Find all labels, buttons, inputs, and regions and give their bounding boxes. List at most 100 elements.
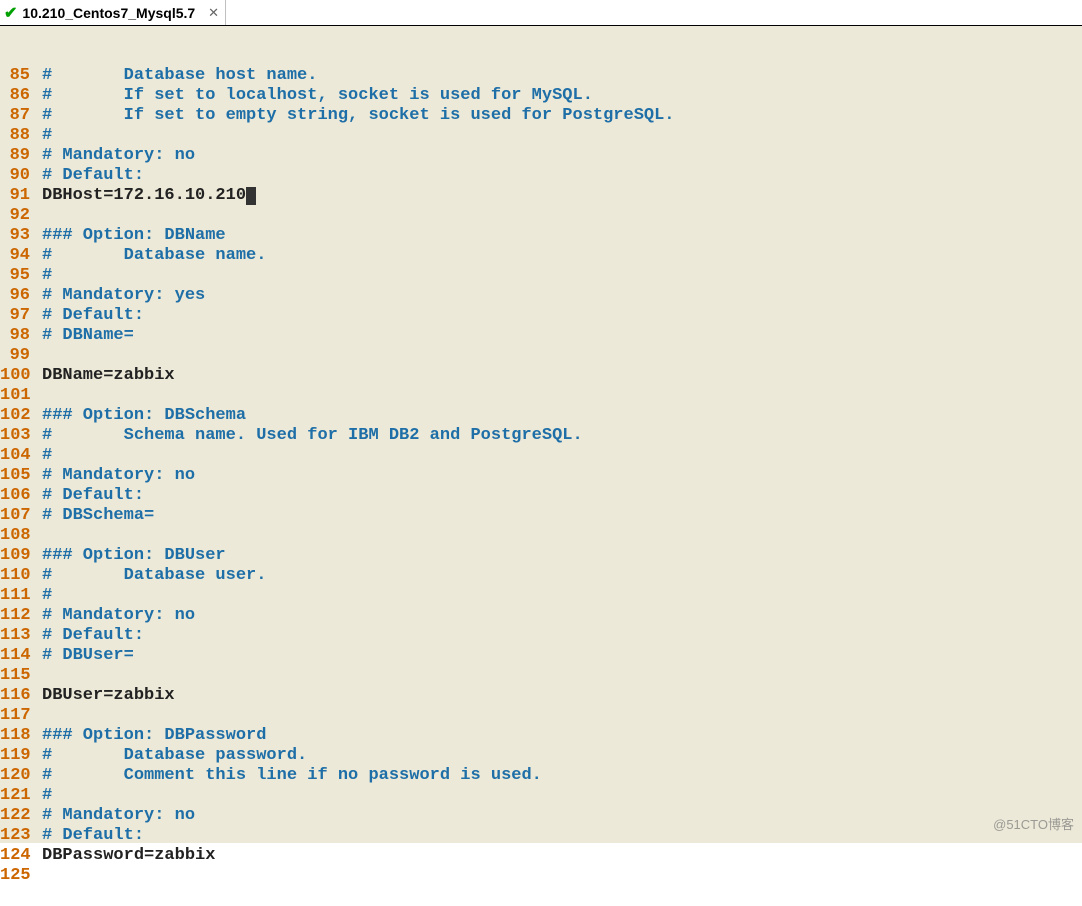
code-line: 104# bbox=[0, 446, 1082, 466]
code-line: 124DBPassword=zabbix bbox=[0, 846, 1082, 866]
line-text bbox=[30, 866, 42, 886]
code-line: 105# Mandatory: no bbox=[0, 466, 1082, 486]
line-text bbox=[30, 526, 42, 546]
code-line: 94# Database name. bbox=[0, 246, 1082, 266]
line-text: # Mandatory: no bbox=[30, 806, 195, 826]
line-text: ### Option: DBSchema bbox=[30, 406, 246, 426]
line-number: 109 bbox=[0, 546, 30, 566]
line-number: 113 bbox=[0, 626, 30, 646]
code-line: 98# DBName= bbox=[0, 326, 1082, 346]
tab-title: 10.210_Centos7_Mysql5.7 bbox=[22, 5, 195, 21]
line-number: 114 bbox=[0, 646, 30, 666]
code-line: 97# Default: bbox=[0, 306, 1082, 326]
code-line: 96# Mandatory: yes bbox=[0, 286, 1082, 306]
line-text: # Database user. bbox=[30, 566, 266, 586]
code-line: 103# Schema name. Used for IBM DB2 and P… bbox=[0, 426, 1082, 446]
code-line: 86# If set to localhost, socket is used … bbox=[0, 86, 1082, 106]
line-number: 106 bbox=[0, 486, 30, 506]
tab-bar-empty bbox=[226, 0, 1082, 25]
line-text bbox=[30, 386, 42, 406]
line-text: # Default: bbox=[30, 626, 144, 646]
line-number: 102 bbox=[0, 406, 30, 426]
line-number: 94 bbox=[0, 246, 30, 266]
code-line: 106# Default: bbox=[0, 486, 1082, 506]
line-text: DBName=zabbix bbox=[30, 366, 175, 386]
line-text bbox=[30, 206, 42, 226]
code-line: 123# Default: bbox=[0, 826, 1082, 846]
line-text: # Mandatory: no bbox=[30, 606, 195, 626]
line-number: 112 bbox=[0, 606, 30, 626]
line-number: 97 bbox=[0, 306, 30, 326]
line-text: DBPassword=zabbix bbox=[30, 846, 215, 866]
line-text bbox=[30, 346, 42, 366]
line-text: DBUser=zabbix bbox=[30, 686, 175, 706]
line-number: 124 bbox=[0, 846, 30, 866]
line-number: 115 bbox=[0, 666, 30, 686]
code-line: 102### Option: DBSchema bbox=[0, 406, 1082, 426]
line-text: # bbox=[30, 266, 52, 286]
code-line: 101 bbox=[0, 386, 1082, 406]
line-text: # Database password. bbox=[30, 746, 307, 766]
line-text: # Comment this line if no password is us… bbox=[30, 766, 542, 786]
line-text: # DBUser= bbox=[30, 646, 134, 666]
line-number: 90 bbox=[0, 166, 30, 186]
code-line: 87# If set to empty string, socket is us… bbox=[0, 106, 1082, 126]
code-line: 117 bbox=[0, 706, 1082, 726]
line-text: # DBName= bbox=[30, 326, 134, 346]
code-line: 110# Database user. bbox=[0, 566, 1082, 586]
line-number: 93 bbox=[0, 226, 30, 246]
line-text: # Default: bbox=[30, 486, 144, 506]
line-text: # If set to localhost, socket is used fo… bbox=[30, 86, 593, 106]
close-icon[interactable]: ✕ bbox=[208, 5, 219, 21]
code-line: 112# Mandatory: no bbox=[0, 606, 1082, 626]
line-text: # Mandatory: no bbox=[30, 146, 195, 166]
code-line: 92 bbox=[0, 206, 1082, 226]
code-line: 111# bbox=[0, 586, 1082, 606]
line-text: # DBSchema= bbox=[30, 506, 154, 526]
line-number: 96 bbox=[0, 286, 30, 306]
line-number: 110 bbox=[0, 566, 30, 586]
code-line: 107# DBSchema= bbox=[0, 506, 1082, 526]
line-text: ### Option: DBPassword bbox=[30, 726, 266, 746]
terminal-tab[interactable]: ✔ 10.210_Centos7_Mysql5.7 ✕ bbox=[0, 0, 226, 25]
line-number: 107 bbox=[0, 506, 30, 526]
code-line: 122# Mandatory: no bbox=[0, 806, 1082, 826]
code-line: 120# Comment this line if no password is… bbox=[0, 766, 1082, 786]
line-number: 86 bbox=[0, 86, 30, 106]
line-text: # Mandatory: no bbox=[30, 466, 195, 486]
code-line: 109### Option: DBUser bbox=[0, 546, 1082, 566]
line-text: ### Option: DBName bbox=[30, 226, 226, 246]
connected-icon: ✔ bbox=[4, 3, 17, 23]
code-line: 113# Default: bbox=[0, 626, 1082, 646]
line-text: # bbox=[30, 126, 52, 146]
line-number: 85 bbox=[0, 66, 30, 86]
line-number: 120 bbox=[0, 766, 30, 786]
code-line: 119# Database password. bbox=[0, 746, 1082, 766]
line-text: # Database host name. bbox=[30, 66, 317, 86]
line-text: # Mandatory: yes bbox=[30, 286, 205, 306]
editor-area[interactable]: 85# Database host name.86# If set to loc… bbox=[0, 26, 1082, 843]
code-line: 114# DBUser= bbox=[0, 646, 1082, 666]
code-line: 93### Option: DBName bbox=[0, 226, 1082, 246]
line-number: 118 bbox=[0, 726, 30, 746]
line-text: # If set to empty string, socket is used… bbox=[30, 106, 675, 126]
line-text: # Default: bbox=[30, 166, 144, 186]
line-number: 98 bbox=[0, 326, 30, 346]
line-number: 111 bbox=[0, 586, 30, 606]
line-number: 103 bbox=[0, 426, 30, 446]
code-line: 88# bbox=[0, 126, 1082, 146]
code-line: 99 bbox=[0, 346, 1082, 366]
line-number: 123 bbox=[0, 826, 30, 846]
line-text: # Database name. bbox=[30, 246, 266, 266]
code-line: 118### Option: DBPassword bbox=[0, 726, 1082, 746]
line-number: 89 bbox=[0, 146, 30, 166]
line-number: 125 bbox=[0, 866, 30, 886]
line-number: 117 bbox=[0, 706, 30, 726]
line-number: 87 bbox=[0, 106, 30, 126]
line-number: 105 bbox=[0, 466, 30, 486]
line-number: 92 bbox=[0, 206, 30, 226]
line-number: 116 bbox=[0, 686, 30, 706]
line-text: DBHost=172.16.10.210 bbox=[30, 186, 256, 206]
code-line: 100DBName=zabbix bbox=[0, 366, 1082, 386]
cursor-icon bbox=[246, 187, 256, 205]
